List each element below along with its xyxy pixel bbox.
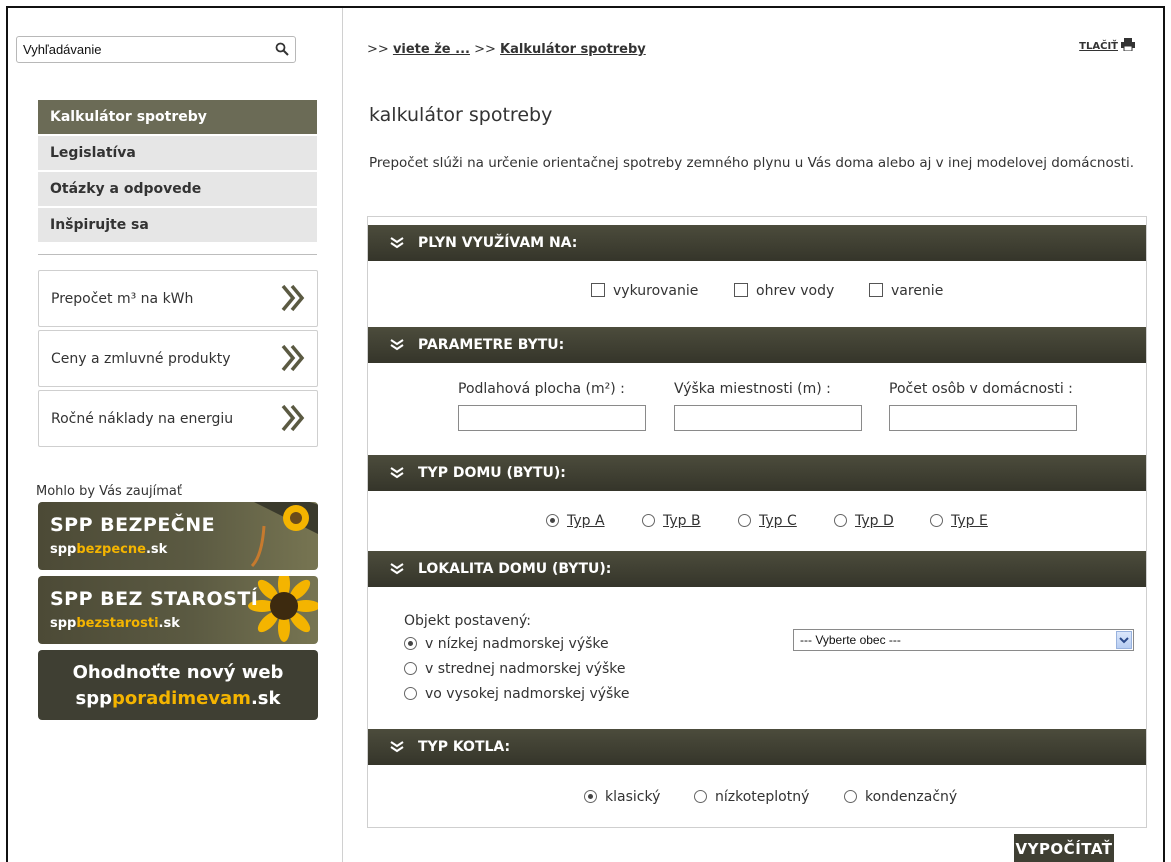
- search-icon[interactable]: [275, 42, 289, 56]
- column-divider: [342, 8, 343, 862]
- radio-typ-b[interactable]: Typ B: [642, 513, 701, 529]
- banner-spp-bezpecne[interactable]: SPP BEZPEČNE sppbezpecne.sk: [38, 502, 318, 570]
- section-title: TYP DOMU (BYTU):: [418, 465, 566, 481]
- sidebar-divider: [38, 254, 317, 255]
- intro-text: Prepočet slúži na určenie orientačnej sp…: [369, 155, 1135, 171]
- radio-dot[interactable]: [694, 790, 707, 803]
- double-chevron-down-icon: [390, 741, 404, 753]
- breadcrumb-link-kalkulator[interactable]: Kalkulátor spotreby: [500, 42, 646, 57]
- double-chevron-right-icon: [281, 404, 305, 432]
- radio-dot[interactable]: [584, 790, 597, 803]
- checkbox-vykurovanie[interactable]: vykurovanie: [591, 283, 698, 299]
- label-vyska-miestnosti: Výška miestnosti (m) :: [674, 381, 831, 397]
- search-input[interactable]: [17, 37, 257, 62]
- sidebar-item-inspirujte[interactable]: Inšpirujte sa: [38, 208, 317, 242]
- umbrella-sunflower-image: [250, 502, 318, 568]
- checkbox-box[interactable]: [591, 283, 605, 297]
- banner-title: SPP BEZPEČNE: [50, 514, 216, 536]
- banner-domain: sppbezstarosti.sk: [50, 616, 180, 631]
- link-label: Ceny a zmluvné produkty: [51, 351, 231, 367]
- section-title: PARAMETRE BYTU:: [418, 337, 565, 353]
- link-label: Prepočet m³ na kWh: [51, 291, 194, 307]
- breadcrumb: >> viete že ... >> Kalkulátor spotreby: [367, 42, 646, 57]
- banner-ohodnotte-web[interactable]: Ohodnoťte nový web sppporadimevam.sk: [38, 650, 318, 720]
- section-header-house-type[interactable]: TYP DOMU (BYTU):: [368, 455, 1146, 491]
- breadcrumb-link-viete-ze[interactable]: viete že ...: [393, 42, 470, 57]
- double-chevron-down-icon: [390, 467, 404, 479]
- section-title: LOKALITA DOMU (BYTU):: [418, 561, 612, 577]
- calculate-button[interactable]: VYPOČÍTAŤ: [1014, 834, 1114, 862]
- checkbox-varenie[interactable]: varenie: [869, 283, 943, 299]
- sidebar-menu: Kalkulátor spotreby Legislatíva Otázky a…: [38, 100, 317, 244]
- input-podlahova-plocha[interactable]: [458, 405, 646, 431]
- radio-nizkoteplotny[interactable]: nízkoteplotný: [694, 789, 809, 805]
- banner-title: SPP BEZ STAROSTÍ: [50, 588, 259, 610]
- radio-dot[interactable]: [546, 514, 559, 527]
- double-chevron-right-icon: [281, 344, 305, 372]
- input-vyska-miestnosti[interactable]: [674, 405, 862, 431]
- sidebar-item-legislativa[interactable]: Legislatíva: [38, 136, 317, 170]
- radio-dot[interactable]: [404, 687, 417, 700]
- link-label: Ročné náklady na energiu: [51, 411, 234, 427]
- checkbox-box[interactable]: [734, 283, 748, 297]
- double-chevron-down-icon: [390, 563, 404, 575]
- select-value: --- Vyberte obec ---: [800, 633, 901, 647]
- checkbox-ohrev-vody[interactable]: ohrev vody: [734, 283, 834, 299]
- link-prepocet[interactable]: Prepočet m³ na kWh: [38, 270, 318, 327]
- sidebar-item-kalkulator[interactable]: Kalkulátor spotreby: [38, 100, 317, 134]
- radio-dot[interactable]: [738, 514, 751, 527]
- section-header-usage[interactable]: PLYN VYUŽÍVAM NA:: [368, 225, 1146, 261]
- dropdown-arrow-icon[interactable]: [1116, 631, 1132, 649]
- banner-domain: sppbezpecne.sk: [50, 542, 168, 557]
- sidebar-item-otazky[interactable]: Otázky a odpovede: [38, 172, 317, 206]
- radio-vysoka-vyska[interactable]: vo vysokej nadmorskej výške: [404, 686, 630, 702]
- banner-title: Ohodnoťte nový web: [72, 662, 284, 683]
- search-box[interactable]: [16, 36, 296, 63]
- link-rocne-naklady[interactable]: Ročné náklady na energiu: [38, 390, 318, 447]
- print-label: TLAČIŤ: [1079, 41, 1118, 52]
- page-frame: Kalkulátor spotreby Legislatíva Otázky a…: [6, 6, 1165, 862]
- interest-label: Mohlo by Vás zaujímať: [36, 484, 182, 499]
- input-pocet-osob[interactable]: [889, 405, 1077, 431]
- double-chevron-down-icon: [390, 237, 404, 249]
- section-header-params[interactable]: PARAMETRE BYTU:: [368, 327, 1146, 363]
- label-pocet-osob: Počet osôb v domácnosti :: [889, 381, 1073, 397]
- print-button[interactable]: TLAČIŤ: [1079, 38, 1135, 52]
- radio-dot[interactable]: [404, 637, 417, 650]
- label-podlahova-plocha: Podlahová plocha (m²) :: [458, 381, 625, 397]
- sunflower-image: [248, 576, 318, 642]
- radio-kondenzacny[interactable]: kondenzačný: [844, 789, 957, 805]
- radio-typ-e[interactable]: Typ E: [930, 513, 988, 529]
- radio-stredna-vyska[interactable]: v strednej nadmorskej výške: [404, 661, 626, 677]
- printer-icon: [1121, 38, 1135, 52]
- calculator-form: PLYN VYUŽÍVAM NA: vykurovanie ohrev vody…: [367, 216, 1147, 828]
- banner-domain: sppporadimevam.sk: [75, 688, 281, 709]
- banner-spp-bez-starosti[interactable]: SPP BEZ STAROSTÍ sppbezstarosti.sk: [38, 576, 318, 644]
- radio-dot[interactable]: [404, 662, 417, 675]
- section-title: PLYN VYUŽÍVAM NA:: [418, 235, 578, 251]
- radio-nizka-vyska[interactable]: v nízkej nadmorskej výške: [404, 636, 609, 652]
- checkbox-box[interactable]: [869, 283, 883, 297]
- radio-dot[interactable]: [642, 514, 655, 527]
- radio-klasicky[interactable]: klasický: [584, 789, 660, 805]
- link-ceny[interactable]: Ceny a zmluvné produkty: [38, 330, 318, 387]
- double-chevron-right-icon: [281, 284, 305, 312]
- section-header-location[interactable]: LOKALITA DOMU (BYTU):: [368, 551, 1146, 587]
- radio-dot[interactable]: [930, 514, 943, 527]
- obec-select[interactable]: --- Vyberte obec ---: [793, 629, 1134, 651]
- radio-typ-c[interactable]: Typ C: [738, 513, 797, 529]
- double-chevron-down-icon: [390, 339, 404, 351]
- radio-dot[interactable]: [844, 790, 857, 803]
- section-title: TYP KOTLA:: [418, 739, 511, 755]
- section-header-boiler[interactable]: TYP KOTLA:: [368, 729, 1146, 765]
- page-title: kalkulátor spotreby: [369, 104, 553, 126]
- radio-dot[interactable]: [834, 514, 847, 527]
- radio-typ-d[interactable]: Typ D: [834, 513, 894, 529]
- label-objekt-postaveny: Objekt postavený:: [404, 613, 532, 629]
- radio-typ-a[interactable]: Typ A: [546, 513, 605, 529]
